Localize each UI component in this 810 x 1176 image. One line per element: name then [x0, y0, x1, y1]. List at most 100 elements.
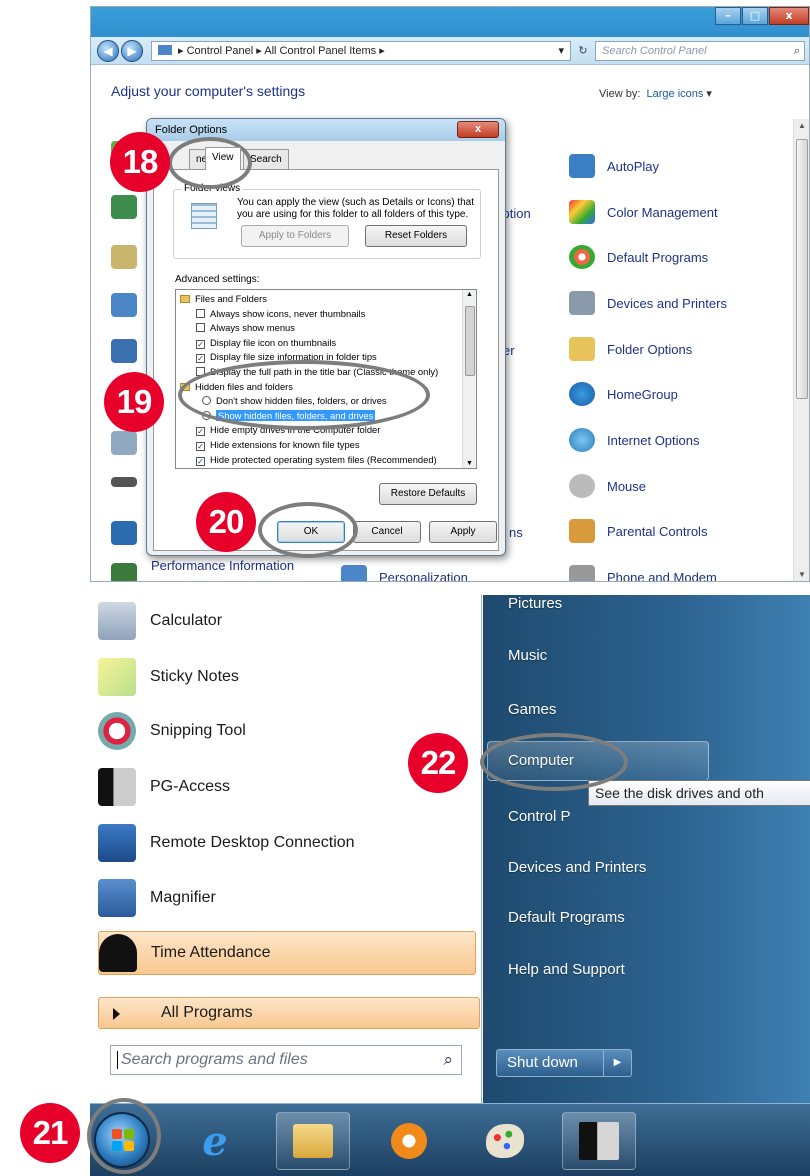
- cp-item-autoplay[interactable]: AutoPlay: [569, 152, 659, 180]
- tree-row[interactable]: ✓ Hide extensions for known file types: [176, 438, 360, 451]
- start-menu-programs-pane: Calculator Sticky Notes Snipping Tool PG…: [90, 595, 482, 1103]
- taskbar-media-player[interactable]: [372, 1112, 446, 1170]
- scroll-thumb[interactable]: [796, 139, 808, 399]
- scrollbar[interactable]: ▲ ▼: [793, 119, 809, 581]
- cp-item-color-management[interactable]: Color Management: [569, 198, 718, 226]
- tree-row[interactable]: Files and Folders: [176, 292, 267, 305]
- checkbox[interactable]: ✓: [196, 442, 205, 451]
- start-item-default-programs[interactable]: Default Programs: [508, 909, 625, 926]
- cp-item-devices-printers[interactable]: Devices and Printers: [569, 289, 727, 317]
- apply-button[interactable]: Apply: [429, 521, 497, 543]
- taskbar: e: [90, 1103, 810, 1176]
- tree-row[interactable]: Always show menus: [176, 321, 295, 334]
- indexing-icon[interactable]: [111, 431, 137, 455]
- dialog-close-button[interactable]: x: [457, 121, 499, 138]
- scroll-down-icon[interactable]: ▼: [466, 460, 473, 467]
- search-programs-input[interactable]: Search programs and files ⌕: [110, 1045, 462, 1075]
- reset-folders-button[interactable]: Reset Folders: [365, 225, 467, 247]
- tree-row[interactable]: ✓ Hide protected operating system files (…: [176, 453, 437, 466]
- cancel-button[interactable]: Cancel: [353, 521, 421, 543]
- minimize-button[interactable]: –: [715, 7, 741, 25]
- page-title: Adjust your computer's settings: [111, 83, 306, 99]
- checkbox[interactable]: [196, 308, 205, 318]
- view-by-control[interactable]: View by: Large icons ▾: [599, 87, 712, 100]
- program-time-attendance[interactable]: Time Attendance: [98, 931, 476, 975]
- highlight-ring-computer: [480, 733, 628, 791]
- shut-down-options-icon[interactable]: ▶: [603, 1050, 631, 1076]
- search-control-panel-input[interactable]: Search Control Panel ⌕: [595, 41, 805, 61]
- program-calculator[interactable]: Calculator: [98, 599, 476, 643]
- refresh-icon[interactable]: ↻: [573, 41, 593, 61]
- start-item-help-support[interactable]: Help and Support: [508, 961, 625, 978]
- cp-item-personalization[interactable]: Personalization: [341, 563, 468, 581]
- network-icon[interactable]: [111, 521, 137, 545]
- cp-item-default-programs[interactable]: Default Programs: [569, 243, 708, 271]
- folder-icon: [293, 1124, 333, 1158]
- forward-arrow-icon[interactable]: ▶: [121, 40, 143, 62]
- checkbox[interactable]: ✓: [196, 354, 205, 364]
- tree-row-label: Always show icons, never thumbnails: [210, 307, 366, 319]
- tree-scroll-thumb[interactable]: [465, 306, 475, 376]
- backup-icon[interactable]: [111, 195, 137, 219]
- start-menu-screenshot: Calculator Sticky Notes Snipping Tool PG…: [90, 595, 810, 1176]
- start-item-pictures[interactable]: Pictures: [508, 595, 562, 612]
- close-button[interactable]: x: [769, 7, 809, 25]
- display-icon[interactable]: [111, 339, 137, 363]
- sticky-notes-icon: [98, 658, 136, 696]
- checkbox[interactable]: ✓: [196, 456, 205, 466]
- start-item-control-panel[interactable]: Control P: [508, 808, 571, 825]
- maximize-button[interactable]: □: [742, 7, 768, 25]
- arrow-right-icon: [113, 1008, 120, 1020]
- taskbar-paint[interactable]: [468, 1112, 542, 1170]
- address-dropdown-icon[interactable]: ▾: [558, 42, 564, 60]
- title-bar[interactable]: – □ x: [91, 7, 809, 37]
- program-magnifier[interactable]: Magnifier: [98, 876, 476, 920]
- navigation-bar: ◀ ▶ ▸ Control Panel ▸ All Control Panel …: [91, 37, 809, 65]
- all-programs-button[interactable]: All Programs: [98, 997, 480, 1029]
- credential-icon[interactable]: [111, 245, 137, 269]
- partial-item-text[interactable]: ns: [509, 518, 523, 546]
- tree-scrollbar[interactable]: ▲ ▼: [462, 290, 476, 468]
- step-badge-20: 20: [196, 492, 256, 552]
- shut-down-button[interactable]: Shut down ▶: [496, 1049, 632, 1077]
- tab-view[interactable]: View: [205, 147, 241, 170]
- cp-item-homegroup[interactable]: HomeGroup: [569, 380, 678, 408]
- performance-icon[interactable]: [111, 563, 137, 581]
- address-bar[interactable]: ▸ Control Panel ▸ All Control Panel Item…: [151, 41, 571, 61]
- start-menu-places-pane: [483, 595, 810, 1103]
- apply-to-folders-button[interactable]: Apply to Folders: [241, 225, 349, 247]
- tree-row[interactable]: Always show icons, never thumbnails: [176, 307, 365, 320]
- breadcrumb-all-items[interactable]: All Control Panel Items: [264, 45, 376, 57]
- scroll-up-icon[interactable]: ▲: [794, 121, 809, 130]
- scroll-up-icon[interactable]: ▲: [466, 291, 473, 298]
- checkbox[interactable]: [196, 323, 205, 333]
- start-item-devices-printers[interactable]: Devices and Printers: [508, 859, 646, 876]
- cp-item-phone-modem[interactable]: Phone and Modem: [569, 563, 717, 581]
- search-icon: ⌕: [443, 1050, 453, 1069]
- cp-item-folder-options[interactable]: Folder Options: [569, 335, 692, 363]
- cp-item-mouse[interactable]: Mouse: [569, 472, 646, 500]
- highlight-ring-show-hidden: [178, 360, 430, 430]
- media-player-icon: [391, 1123, 427, 1159]
- desktop-gadgets-icon[interactable]: [111, 293, 137, 317]
- back-arrow-icon[interactable]: ◀: [97, 40, 119, 62]
- restore-defaults-button[interactable]: Restore Defaults: [379, 483, 477, 505]
- taskbar-internet-explorer[interactable]: e: [178, 1112, 252, 1170]
- folder-icon: [569, 337, 595, 361]
- program-sticky-notes[interactable]: Sticky Notes: [98, 655, 476, 699]
- step-badge-19: 19: [104, 372, 164, 432]
- scroll-down-icon[interactable]: ▼: [794, 570, 809, 579]
- start-item-music[interactable]: Music: [508, 647, 547, 664]
- checkbox[interactable]: ✓: [196, 427, 205, 437]
- start-item-games[interactable]: Games: [508, 701, 556, 718]
- program-remote-desktop[interactable]: Remote Desktop Connection: [98, 821, 476, 865]
- keyboard-icon[interactable]: [111, 477, 137, 487]
- taskbar-pg-access[interactable]: [562, 1112, 636, 1170]
- tree-row[interactable]: ✓ Display file icon on thumbnails: [176, 336, 336, 349]
- breadcrumb-control-panel[interactable]: Control Panel: [187, 45, 254, 57]
- checkbox[interactable]: ✓: [196, 339, 205, 349]
- cp-item-parental-controls[interactable]: Parental Controls: [569, 517, 707, 545]
- cp-item-performance[interactable]: Performance Information: [151, 555, 294, 575]
- taskbar-explorer[interactable]: [276, 1112, 350, 1170]
- cp-item-internet-options[interactable]: Internet Options: [569, 426, 700, 454]
